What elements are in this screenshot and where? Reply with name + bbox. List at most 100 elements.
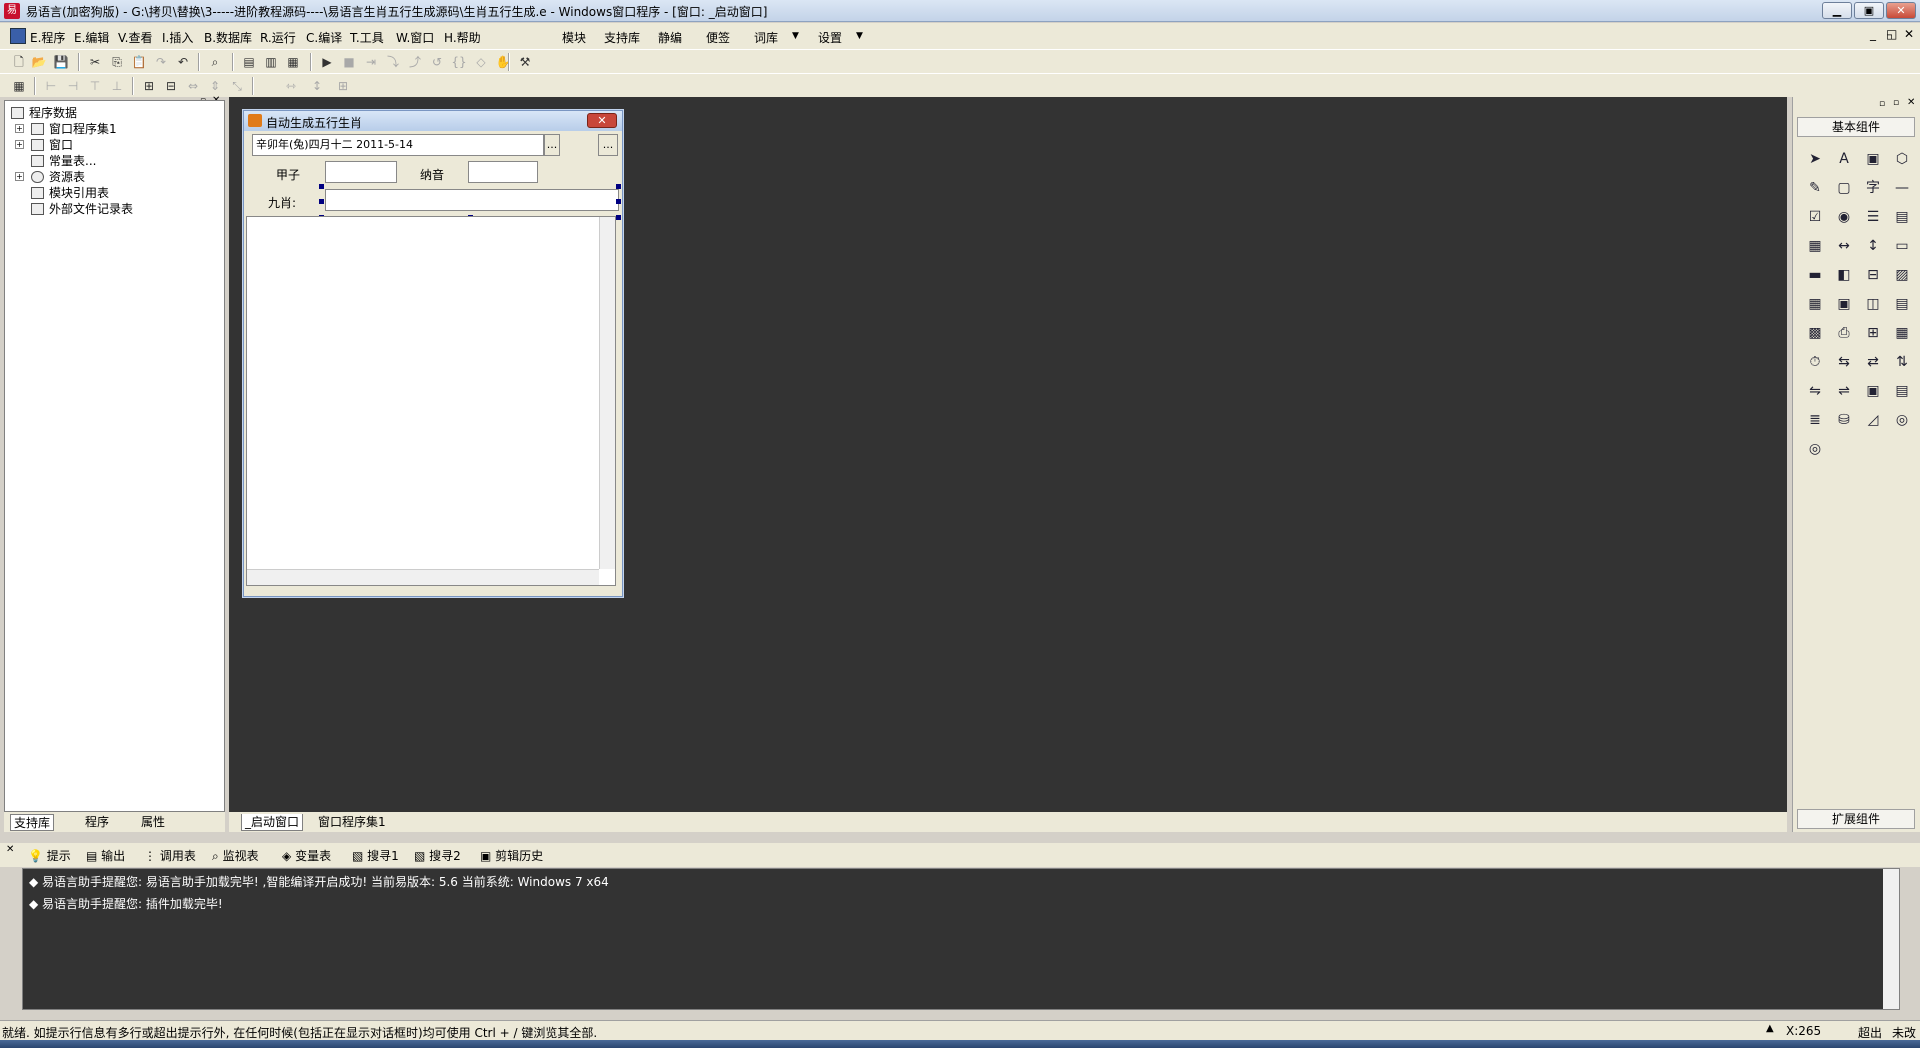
layout3-icon[interactable]: ▦: [284, 54, 302, 70]
chevron-down-icon[interactable]: ▼: [792, 31, 799, 41]
menu-tools[interactable]: T.工具: [350, 29, 384, 46]
stop-icon[interactable]: ■: [340, 54, 358, 70]
layout-icon[interactable]: ▤: [240, 54, 258, 70]
tab-properties[interactable]: 属性: [138, 814, 168, 831]
output-textbox[interactable]: [246, 216, 616, 586]
combobox-icon[interactable]: ▤: [1892, 207, 1912, 227]
checkbox-icon[interactable]: ☑: [1805, 207, 1825, 227]
drive-icon[interactable]: ▣: [1834, 294, 1854, 314]
layout2-icon[interactable]: ▥: [262, 54, 280, 70]
dock-icon[interactable]: ▫: [1893, 98, 1899, 108]
odbc-icon[interactable]: ◎: [1892, 410, 1912, 430]
tab-icon[interactable]: ⊟: [1863, 265, 1883, 285]
mdi-minimize-button[interactable]: _: [1870, 27, 1876, 41]
tab-hint[interactable]: 💡 提示: [28, 847, 71, 864]
shape-icon[interactable]: ⬡: [1892, 149, 1912, 169]
folder-icon[interactable]: ◫: [1863, 294, 1883, 314]
open-folder-icon[interactable]: 📂: [30, 54, 48, 70]
table-icon[interactable]: ▦: [1892, 323, 1912, 343]
odbc2-icon[interactable]: ◎: [1805, 439, 1825, 459]
space-v-icon[interactable]: ↕: [308, 78, 326, 94]
grid-icon[interactable]: ⊞: [334, 78, 352, 94]
pointer-icon[interactable]: ➤: [1805, 149, 1825, 169]
align-top-icon[interactable]: ⊤: [86, 78, 104, 94]
tab-output[interactable]: ▤ 输出: [86, 847, 125, 864]
listbox-icon[interactable]: ☰: [1863, 207, 1883, 227]
breakpoint-icon[interactable]: {}: [450, 54, 468, 70]
expand-icon[interactable]: +: [15, 124, 24, 133]
expand-icon[interactable]: +: [15, 140, 24, 149]
jiuxiao-input[interactable]: [325, 189, 619, 211]
new-file-icon[interactable]: 🗋: [10, 54, 28, 70]
color-icon[interactable]: ▩: [1805, 323, 1825, 343]
space-h-icon[interactable]: ⇿: [282, 78, 300, 94]
designed-close-button[interactable]: ✕: [587, 113, 617, 128]
printer-icon[interactable]: ⎙: [1834, 323, 1854, 343]
maximize-button[interactable]: ▣: [1854, 2, 1884, 19]
tab-form-set[interactable]: 窗口程序集1: [315, 814, 389, 831]
tab-variables[interactable]: ◈ 变量表: [282, 847, 331, 864]
menu-insert[interactable]: I.插入: [162, 29, 193, 46]
tab-call-stack[interactable]: ⋮ 调用表: [144, 847, 196, 864]
menu-static-compile[interactable]: 静编: [658, 29, 682, 46]
menu-run[interactable]: R.运行: [260, 29, 296, 46]
slider-icon[interactable]: ◧: [1834, 265, 1854, 285]
horizontal-scrollbar[interactable]: [247, 569, 599, 585]
arrow-up-icon[interactable]: ▲: [1766, 1023, 1774, 1034]
menu-notes[interactable]: 便签: [706, 29, 730, 46]
tab-program[interactable]: 程序: [82, 814, 112, 831]
menu-settings[interactable]: 设置: [818, 29, 842, 46]
frame-icon[interactable]: ▢: [1834, 178, 1854, 198]
progress-icon[interactable]: ▬: [1805, 265, 1825, 285]
cut-icon[interactable]: ✂: [86, 54, 104, 70]
step-into-icon[interactable]: ⤵: [384, 54, 402, 70]
browse-button[interactable]: ...: [598, 134, 618, 156]
tab-startup-window[interactable]: _启动窗口: [241, 814, 304, 831]
tab-support-lib[interactable]: 支持库: [10, 814, 55, 831]
align-left-icon[interactable]: ⊢: [42, 78, 60, 94]
close-icon[interactable]: ✕: [6, 844, 14, 855]
helper-icon[interactable]: ⚒: [516, 54, 534, 70]
align-right-icon[interactable]: ⊣: [64, 78, 82, 94]
tab-watch[interactable]: ⌕ 监视表: [212, 847, 259, 864]
data-icon[interactable]: ≣: [1805, 410, 1825, 430]
dde-icon[interactable]: ⇌: [1834, 381, 1854, 401]
tree-item-external-files[interactable]: 外部文件记录表: [11, 201, 211, 221]
menu-window[interactable]: W.窗口: [396, 29, 434, 46]
line-icon[interactable]: —: [1892, 178, 1912, 198]
step-out-icon[interactable]: ⤴: [406, 54, 424, 70]
tree-icon[interactable]: ⊞: [1863, 323, 1883, 343]
basic-components-header[interactable]: 基本组件: [1797, 117, 1915, 137]
output-console[interactable]: ◆ 易语言助手提醒您: 易语言助手加载完毕! ,智能编译开启成功! 当前易版本:…: [22, 868, 1900, 1010]
undo-icon[interactable]: ↶: [174, 54, 192, 70]
list-icon[interactable]: ▤: [1892, 381, 1912, 401]
same-size-icon[interactable]: ⤡: [228, 78, 246, 94]
jiazi-input[interactable]: [325, 161, 397, 183]
selection-handle[interactable]: [616, 199, 621, 204]
run-icon[interactable]: ▶: [318, 54, 336, 70]
client-icon[interactable]: ⇅: [1892, 352, 1912, 372]
menu-help[interactable]: H.帮助: [444, 29, 481, 46]
radio-icon[interactable]: ◉: [1834, 207, 1854, 227]
same-height-icon[interactable]: ⇕: [206, 78, 224, 94]
edit-icon[interactable]: ✎: [1805, 178, 1825, 198]
menu-view[interactable]: V.查看: [118, 29, 152, 46]
align-bottom-icon[interactable]: ⊥: [108, 78, 126, 94]
timer-icon[interactable]: ⏱: [1805, 352, 1825, 372]
selection-handle[interactable]: [319, 199, 324, 204]
vscroll-icon[interactable]: ↕: [1863, 236, 1883, 256]
watch-icon[interactable]: ◇: [472, 54, 490, 70]
redo-icon[interactable]: ↷: [152, 54, 170, 70]
pin-icon[interactable]: ▫: [1879, 99, 1885, 109]
form-icon[interactable]: ▣: [1863, 381, 1883, 401]
close-button[interactable]: ✕: [1886, 2, 1916, 19]
menu-module[interactable]: 模块: [562, 29, 586, 46]
mdi-restore-button[interactable]: ◱: [1886, 27, 1897, 41]
menu-program[interactable]: E.程序: [30, 29, 65, 46]
server-icon[interactable]: ⇄: [1863, 352, 1883, 372]
file-icon[interactable]: ▤: [1892, 294, 1912, 314]
vertical-scrollbar[interactable]: [1883, 869, 1899, 1009]
save-icon[interactable]: 💾: [52, 54, 70, 70]
vertical-scrollbar[interactable]: [599, 217, 615, 569]
menu-dictionary[interactable]: 词库: [754, 29, 778, 46]
